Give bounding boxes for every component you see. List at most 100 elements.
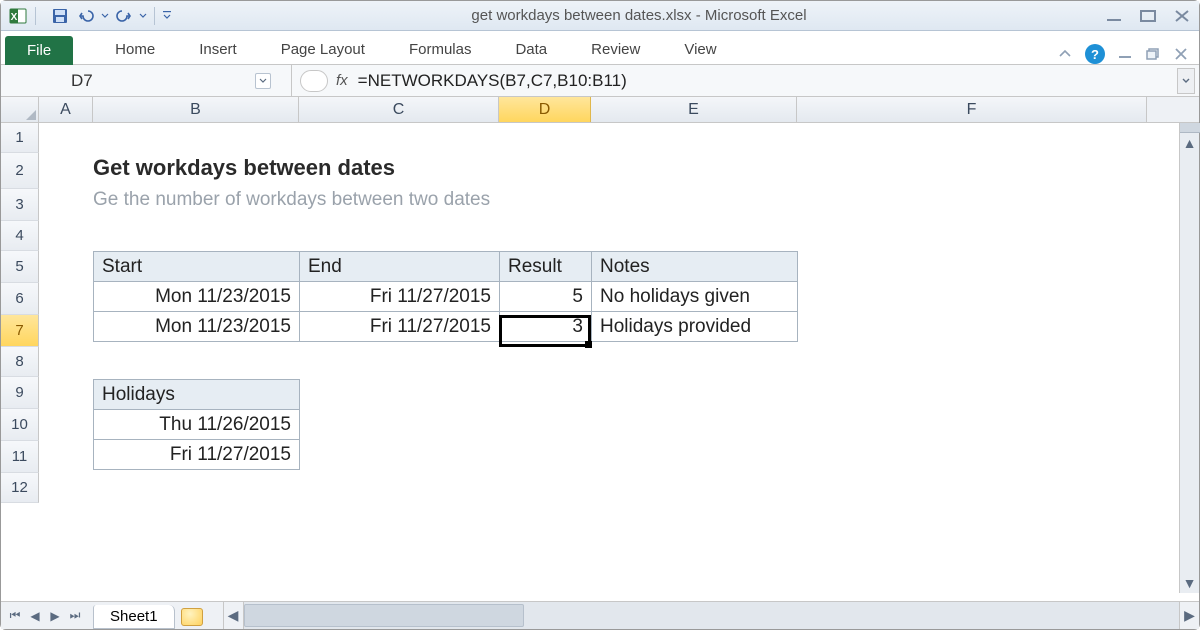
col-header-f[interactable]: F bbox=[797, 97, 1147, 122]
formula-bar-expand[interactable] bbox=[1177, 68, 1195, 94]
col-header-d[interactable]: D bbox=[499, 97, 591, 122]
row-header-2[interactable]: 2 bbox=[1, 153, 39, 189]
ribbon-tabs: File Home Insert Page Layout Formulas Da… bbox=[1, 31, 1199, 65]
fill-handle[interactable] bbox=[585, 341, 592, 348]
th-end[interactable]: End bbox=[300, 252, 500, 282]
scroll-right-icon[interactable]: ▶ bbox=[1179, 602, 1199, 629]
row-header-10[interactable]: 10 bbox=[1, 409, 39, 441]
col-header-a[interactable]: A bbox=[39, 97, 93, 122]
undo-button[interactable] bbox=[74, 5, 98, 27]
tab-home[interactable]: Home bbox=[93, 35, 177, 64]
cell-result[interactable]: 5 bbox=[500, 282, 592, 312]
cell-end[interactable]: Fri 11/27/2015 bbox=[300, 312, 500, 342]
save-button[interactable] bbox=[48, 5, 72, 27]
holidays-table: Holidays Thu 11/26/2015 Fri 11/27/2015 bbox=[93, 379, 300, 470]
cell-end[interactable]: Fri 11/27/2015 bbox=[300, 282, 500, 312]
split-handle[interactable] bbox=[1180, 123, 1200, 133]
sheet-nav-last[interactable]: ⏭ bbox=[67, 607, 83, 625]
cancel-enter-area bbox=[300, 70, 328, 92]
sheet-nav: ⏮ ◀ ▶ ⏭ bbox=[1, 602, 83, 629]
cell-holiday[interactable]: Fri 11/27/2015 bbox=[94, 440, 300, 470]
tab-formulas[interactable]: Formulas bbox=[387, 35, 494, 64]
cell-notes[interactable]: Holidays provided bbox=[592, 312, 798, 342]
hscroll-track[interactable] bbox=[244, 602, 1179, 629]
tab-review[interactable]: Review bbox=[569, 35, 662, 64]
th-notes[interactable]: Notes bbox=[592, 252, 798, 282]
title-bar: X get workdays between dates.xlsx - Micr… bbox=[1, 1, 1199, 31]
th-result[interactable]: Result bbox=[500, 252, 592, 282]
row-header-3[interactable]: 3 bbox=[1, 189, 39, 221]
th-holidays[interactable]: Holidays bbox=[94, 380, 300, 410]
col-header-c[interactable]: C bbox=[299, 97, 499, 122]
row-header-1[interactable]: 1 bbox=[1, 123, 39, 153]
horizontal-scrollbar[interactable]: ◀ ▶ bbox=[223, 602, 1199, 629]
ribbon-minimize-icon[interactable] bbox=[1057, 47, 1073, 61]
help-icon[interactable]: ? bbox=[1085, 44, 1105, 64]
cell-holiday[interactable]: Thu 11/26/2015 bbox=[94, 410, 300, 440]
scroll-up-icon[interactable]: ▲ bbox=[1180, 133, 1199, 153]
row-header-6[interactable]: 6 bbox=[1, 283, 39, 315]
new-sheet-button[interactable] bbox=[181, 608, 203, 626]
cell-notes[interactable]: No holidays given bbox=[592, 282, 798, 312]
excel-icon: X bbox=[9, 7, 27, 25]
col-header-e[interactable]: E bbox=[591, 97, 797, 122]
row-headers: 1 2 3 4 5 6 7 8 9 10 11 12 bbox=[1, 123, 39, 593]
cell-start[interactable]: Mon 11/23/2015 bbox=[94, 312, 300, 342]
name-box-dropdown[interactable] bbox=[255, 73, 271, 89]
sheet-nav-first[interactable]: ⏮ bbox=[7, 607, 23, 625]
cell-result[interactable]: 3 bbox=[500, 312, 592, 342]
column-headers: A B C D E F bbox=[1, 97, 1199, 123]
close-button[interactable] bbox=[1173, 9, 1191, 23]
scroll-left-icon[interactable]: ◀ bbox=[224, 602, 244, 629]
row-header-12[interactable]: 12 bbox=[1, 473, 39, 503]
sheet-nav-next[interactable]: ▶ bbox=[47, 607, 63, 625]
vscroll-track[interactable] bbox=[1180, 153, 1199, 573]
row-header-11[interactable]: 11 bbox=[1, 441, 39, 473]
undo-dropdown[interactable] bbox=[100, 5, 110, 27]
status-sheet-bar: ⏮ ◀ ▶ ⏭ Sheet1 ◀ ▶ bbox=[1, 601, 1199, 629]
formula-bar: D7 fx =NETWORKDAYS(B7,C7,B10:B11) bbox=[1, 65, 1199, 97]
file-tab[interactable]: File bbox=[5, 36, 73, 65]
svg-text:X: X bbox=[11, 12, 18, 23]
table-row: Mon 11/23/2015 Fri 11/27/2015 3 Holidays… bbox=[94, 312, 798, 342]
sheet-tab[interactable]: Sheet1 bbox=[93, 605, 175, 629]
row-header-8[interactable]: 8 bbox=[1, 347, 39, 377]
hscroll-thumb[interactable] bbox=[244, 604, 525, 627]
scroll-down-icon[interactable]: ▼ bbox=[1180, 573, 1199, 593]
sheet-title: Get workdays between dates bbox=[93, 155, 395, 181]
qat-customize-dropdown[interactable] bbox=[161, 5, 173, 27]
select-all-corner[interactable] bbox=[1, 97, 39, 122]
tab-data[interactable]: Data bbox=[493, 35, 569, 64]
workbook-restore-icon[interactable] bbox=[1145, 47, 1161, 61]
grid: 1 2 3 4 5 6 7 8 9 10 11 12 Get workdays … bbox=[1, 123, 1199, 593]
tab-page-layout[interactable]: Page Layout bbox=[259, 35, 387, 64]
col-header-b[interactable]: B bbox=[93, 97, 299, 122]
row-header-9[interactable]: 9 bbox=[1, 377, 39, 409]
th-start[interactable]: Start bbox=[94, 252, 300, 282]
table-row: Mon 11/23/2015 Fri 11/27/2015 5 No holid… bbox=[94, 282, 798, 312]
vertical-scrollbar[interactable]: ▲ ▼ bbox=[1179, 123, 1199, 593]
window-controls bbox=[1105, 9, 1191, 23]
workbook-close-icon[interactable] bbox=[1173, 47, 1189, 61]
workbook-minimize-icon[interactable] bbox=[1117, 48, 1133, 60]
sheet-nav-prev[interactable]: ◀ bbox=[27, 607, 43, 625]
sheet-subtitle: Ge the number of workdays between two da… bbox=[93, 189, 490, 211]
name-box[interactable]: D7 bbox=[71, 71, 93, 91]
qat-separator bbox=[154, 7, 155, 25]
fx-icon[interactable]: fx bbox=[336, 72, 348, 89]
window-title: get workdays between dates.xlsx - Micros… bbox=[179, 7, 1099, 24]
row-header-5[interactable]: 5 bbox=[1, 251, 39, 283]
cells-area[interactable]: Get workdays between dates Ge the number… bbox=[39, 123, 1179, 593]
redo-dropdown[interactable] bbox=[138, 5, 148, 27]
row-header-7[interactable]: 7 bbox=[1, 315, 39, 347]
tab-insert[interactable]: Insert bbox=[177, 35, 259, 64]
qat-separator bbox=[35, 7, 36, 25]
row-header-4[interactable]: 4 bbox=[1, 221, 39, 251]
cell-start[interactable]: Mon 11/23/2015 bbox=[94, 282, 300, 312]
formula-input[interactable]: =NETWORKDAYS(B7,C7,B10:B11) bbox=[358, 71, 627, 91]
redo-button[interactable] bbox=[112, 5, 136, 27]
maximize-button[interactable] bbox=[1139, 9, 1157, 23]
quick-access-toolbar bbox=[48, 5, 173, 27]
tab-view[interactable]: View bbox=[662, 35, 738, 64]
minimize-button[interactable] bbox=[1105, 9, 1123, 23]
